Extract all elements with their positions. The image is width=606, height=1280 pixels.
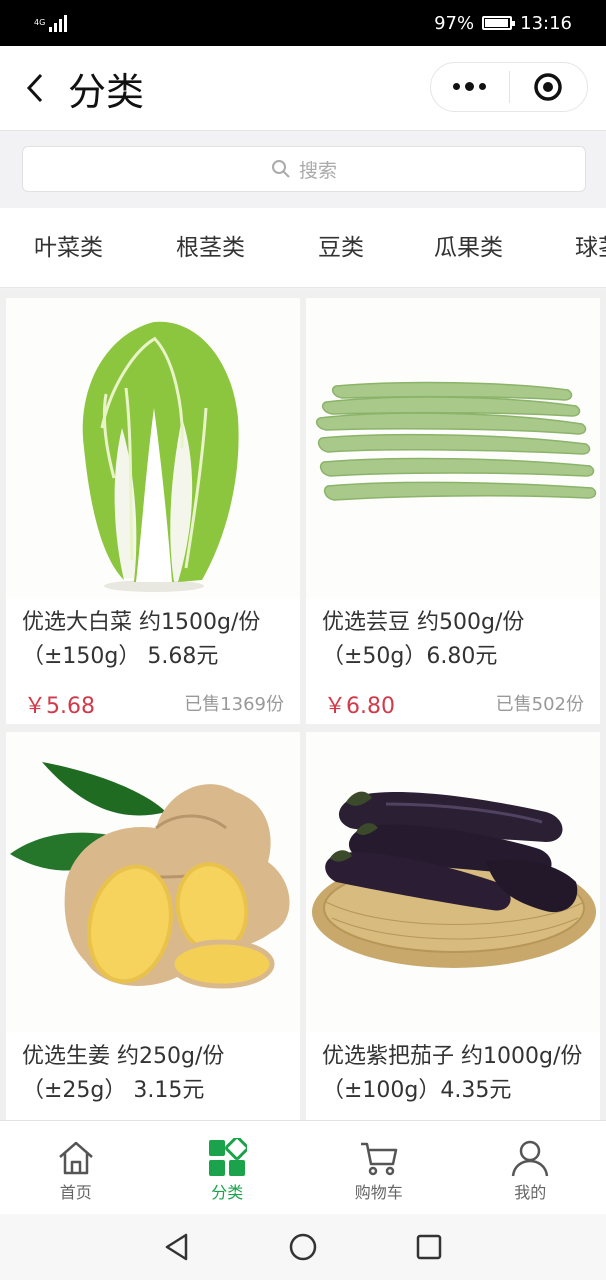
product-price: ￥5.68	[24, 694, 95, 719]
product-image-ginger	[6, 732, 300, 1032]
nav-recents-icon[interactable]	[414, 1232, 444, 1262]
tab-leafy[interactable]: 叶菜类	[34, 208, 103, 287]
status-bar: 4G 97% 13:16	[0, 0, 606, 46]
product-image-eggplant	[306, 732, 600, 1032]
signal-indicator: 4G	[34, 14, 68, 32]
user-icon	[510, 1137, 550, 1179]
battery-icon	[482, 16, 516, 30]
product-name: 优选芸豆 约500g/份（±50g）6.80元	[322, 610, 525, 669]
product-card[interactable]: 优选芸豆 约500g/份（±50g）6.80元 ￥6.80 已售502份	[306, 298, 600, 724]
bottom-tab-bar: 首页 分类 购物车 我的	[0, 1120, 606, 1214]
product-price: ￥6.80	[324, 694, 395, 719]
product-name: 优选大白菜 约1500g/份（±150g） 5.68元	[22, 610, 261, 669]
product-image-green-beans	[306, 298, 600, 598]
system-nav-bar	[0, 1214, 606, 1280]
tab-profile-label: 我的	[514, 1183, 547, 1202]
product-grid: 优选大白菜 约1500g/份（±150g） 5.68元 ￥5.68 已售1369…	[0, 290, 606, 1120]
tab-melon-fruit[interactable]: 瓜果类	[434, 208, 503, 287]
battery-percent: 97%	[434, 12, 475, 34]
tab-bulb[interactable]: 球茎类	[575, 208, 606, 287]
tab-root[interactable]: 根茎类	[176, 208, 245, 287]
tab-cart[interactable]: 购物车	[303, 1121, 455, 1215]
signal-icon	[49, 14, 68, 32]
miniprogram-capsule	[430, 62, 588, 112]
search-area: 搜索	[0, 130, 606, 208]
search-input[interactable]: 搜索	[22, 146, 586, 192]
search-placeholder: 搜索	[298, 159, 337, 182]
tab-category-label: 分类	[211, 1183, 244, 1202]
product-image-napa-cabbage	[6, 298, 300, 598]
product-card[interactable]: 优选紫把茄子 约1000g/份（±100g）4.35元	[306, 732, 600, 1120]
network-type: 4G	[34, 18, 46, 27]
tab-cart-label: 购物车	[354, 1183, 403, 1202]
close-target-icon[interactable]	[510, 63, 588, 111]
product-sold-count: 已售1369份	[184, 694, 284, 715]
tab-category[interactable]: 分类	[152, 1121, 304, 1215]
clock: 13:16	[520, 12, 572, 34]
product-card[interactable]: 优选生姜 约250g/份（±25g） 3.15元	[6, 732, 300, 1120]
nav-back-icon[interactable]	[162, 1232, 192, 1262]
category-icon	[207, 1137, 248, 1179]
page-title: 分类	[68, 69, 145, 114]
nav-home-icon[interactable]	[288, 1232, 318, 1262]
back-icon[interactable]	[8, 46, 62, 130]
nav-header: 分类	[0, 46, 606, 130]
search-icon	[271, 160, 290, 178]
tab-profile[interactable]: 我的	[455, 1121, 606, 1215]
product-name: 优选生姜 约250g/份（±25g） 3.15元	[22, 1044, 225, 1103]
home-icon	[56, 1137, 96, 1179]
tab-home-label: 首页	[59, 1183, 92, 1202]
category-tabs: 叶菜类 根茎类 豆类 瓜果类 球茎类	[0, 208, 606, 288]
tab-home[interactable]: 首页	[0, 1121, 152, 1215]
product-card[interactable]: 优选大白菜 约1500g/份（±150g） 5.68元 ￥5.68 已售1369…	[6, 298, 300, 724]
more-icon[interactable]	[431, 63, 509, 111]
tab-beans[interactable]: 豆类	[318, 208, 364, 287]
cart-icon	[359, 1137, 399, 1179]
product-sold-count: 已售502份	[495, 694, 584, 715]
product-name: 优选紫把茄子 约1000g/份（±100g）4.35元	[322, 1044, 583, 1103]
